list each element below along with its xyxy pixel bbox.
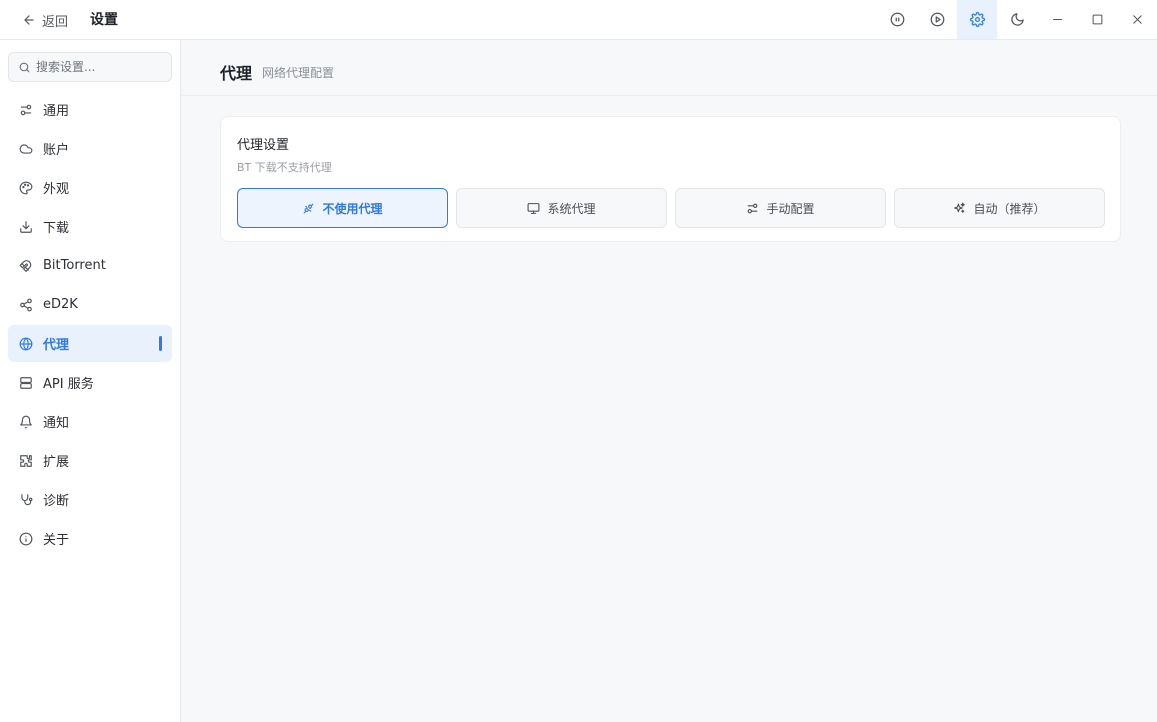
sidebar-item-account[interactable]: 账户	[8, 130, 172, 167]
search-icon	[19, 62, 30, 72]
sidebar-item-label: 诊断	[43, 494, 70, 509]
sidebar-item-api[interactable]: API 服务	[8, 364, 172, 401]
search-input[interactable]	[36, 60, 156, 74]
minimize-button[interactable]	[1037, 0, 1077, 39]
window-title: 设置	[90, 12, 118, 28]
sliders-icon	[748, 203, 758, 213]
sparkles-icon	[954, 202, 966, 213]
stethoscope-icon	[21, 493, 33, 505]
minimize-icon	[1052, 19, 1062, 20]
proxy-option-manual[interactable]: 手动配置	[675, 188, 886, 228]
cloud-icon	[19, 143, 33, 154]
card-description: BT 下载不支持代理	[237, 161, 332, 174]
title-bar: 返回 设置	[0, 0, 1157, 40]
option-label: 不使用代理	[322, 201, 383, 216]
page-header: 代理 网络代理配置	[181, 40, 1157, 96]
monitor-icon	[528, 202, 540, 214]
card-title: 代理设置	[237, 138, 290, 153]
proxy-option-system[interactable]: 系统代理	[456, 188, 667, 228]
palette-icon	[19, 181, 33, 194]
sliders-icon	[20, 104, 32, 115]
option-label: 自动（推荐）	[973, 201, 1046, 216]
maximize-icon	[1092, 14, 1102, 25]
settings-nav: 通用 账户 外观 下载 BitTorrent eD2K 代理 API 服务 通知…	[8, 91, 172, 559]
close-icon	[1132, 15, 1142, 24]
download-icon	[20, 220, 32, 233]
option-label: 系统代理	[547, 201, 596, 216]
sidebar-item-label: 账户	[43, 143, 70, 158]
sidebar-item-label: 外观	[43, 182, 70, 197]
sidebar-item-proxy[interactable]: 代理	[8, 325, 172, 362]
sidebar-item-label: 通用	[43, 104, 70, 119]
proxy-option-none[interactable]: 不使用代理	[237, 188, 448, 228]
proxy-mode-options: 不使用代理 系统代理 手动配置 自动（推荐）	[237, 188, 1105, 228]
proxy-settings-card: 代理设置 BT 下载不支持代理 不使用代理 系统代理 手动配置 自动（推荐）	[220, 116, 1121, 242]
page-title: 代理	[220, 64, 253, 83]
pause-circle-icon	[890, 12, 904, 27]
close-button[interactable]	[1117, 0, 1157, 39]
play-circle-icon	[930, 12, 944, 27]
globe-icon	[19, 337, 33, 350]
sidebar-item-download[interactable]: 下载	[8, 208, 172, 245]
gear-icon	[969, 12, 985, 27]
search-box[interactable]	[8, 52, 172, 82]
arrow-left-icon	[24, 15, 34, 25]
sidebar-item-notifications[interactable]: 通知	[8, 403, 172, 440]
pause-all-button[interactable]	[877, 0, 917, 39]
sidebar-item-label: API 服务	[43, 377, 94, 392]
back-button[interactable]: 返回	[22, 0, 68, 40]
main-content: 代理 网络代理配置 代理设置 BT 下载不支持代理 不使用代理 系统代理 手动配…	[181, 40, 1157, 722]
sidebar-item-bittorrent[interactable]: BitTorrent	[8, 247, 172, 284]
back-label: 返回	[42, 14, 69, 30]
sidebar-item-label: 代理	[43, 338, 70, 353]
theme-toggle-button[interactable]	[997, 0, 1037, 39]
magnet-icon	[19, 259, 32, 272]
sidebar-item-ed2k[interactable]: eD2K	[8, 286, 172, 323]
sidebar: 通用 账户 外观 下载 BitTorrent eD2K 代理 A	[0, 40, 181, 722]
info-icon	[19, 532, 33, 545]
sidebar-item-appearance[interactable]: 外观	[8, 169, 172, 206]
sidebar-item-label: 扩展	[43, 455, 70, 470]
sidebar-item-label: 关于	[43, 533, 70, 548]
maximize-button[interactable]	[1077, 0, 1117, 39]
sidebar-item-label: 通知	[43, 416, 70, 431]
resume-all-button[interactable]	[917, 0, 957, 39]
option-label: 手动配置	[766, 201, 815, 216]
sidebar-item-label: BitTorrent	[43, 258, 106, 273]
moon-icon	[1010, 13, 1024, 26]
active-indicator	[159, 336, 162, 351]
settings-button[interactable]	[957, 0, 997, 39]
puzzle-icon	[20, 454, 32, 467]
server-icon	[20, 376, 32, 389]
sidebar-item-about[interactable]: 关于	[8, 520, 172, 557]
sidebar-item-label: 下载	[43, 221, 70, 236]
page-subtitle: 网络代理配置	[262, 66, 335, 80]
sidebar-item-diagnostics[interactable]: 诊断	[8, 481, 172, 518]
share-icon	[20, 298, 32, 311]
sidebar-item-label: eD2K	[43, 297, 78, 312]
plug-off-icon	[304, 203, 314, 213]
sidebar-item-general[interactable]: 通用	[8, 91, 172, 128]
bell-icon	[20, 415, 32, 428]
sidebar-item-extensions[interactable]: 扩展	[8, 442, 172, 479]
proxy-option-auto[interactable]: 自动（推荐）	[894, 188, 1105, 228]
